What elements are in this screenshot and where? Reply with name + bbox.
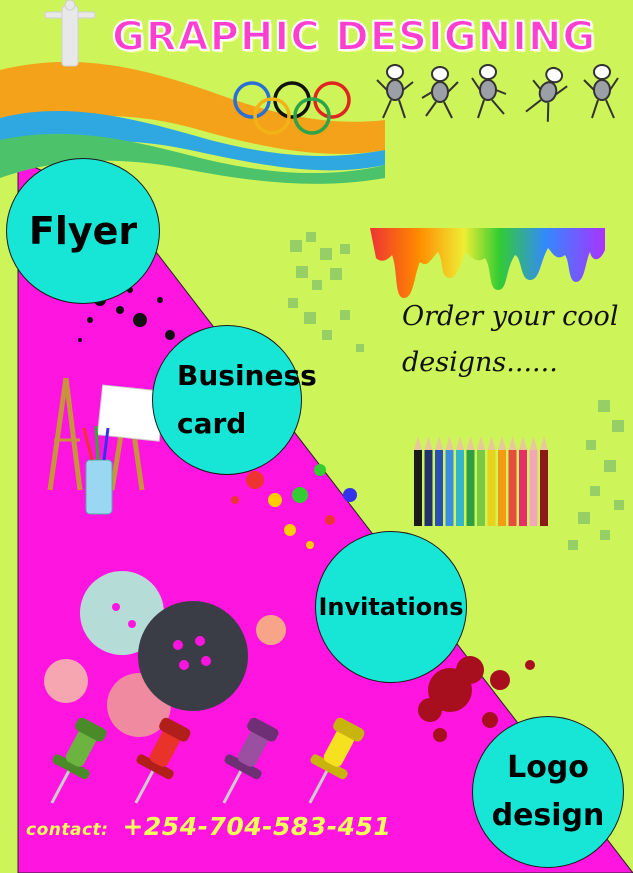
contact-info: contact: +254-704-583-451 bbox=[26, 812, 426, 841]
pencil-body bbox=[466, 450, 475, 526]
pencil-body bbox=[414, 450, 422, 526]
pencil-tip bbox=[540, 436, 548, 450]
statue-icon bbox=[44, 0, 96, 67]
service-business-card-circle: Business card bbox=[152, 325, 317, 475]
service-logo-design-circle: Logo design bbox=[472, 716, 624, 868]
pencil-tip bbox=[456, 436, 464, 450]
colored-pencils-icon bbox=[414, 436, 548, 526]
tagline-line-1: Order your cool bbox=[402, 301, 619, 332]
pencil-body bbox=[529, 450, 538, 526]
pencil-body bbox=[540, 450, 548, 526]
pencil-tip bbox=[414, 436, 422, 450]
contact-label: contact: bbox=[26, 820, 109, 840]
service-flyer-circle: Flyer bbox=[6, 158, 160, 304]
pencil-tip bbox=[498, 436, 506, 450]
pencil-tip bbox=[466, 436, 475, 450]
pencil-tip bbox=[435, 436, 443, 450]
service-invitations-label: Invitations bbox=[318, 593, 464, 621]
service-business-card-label-2: card bbox=[177, 407, 247, 440]
pencil-tip bbox=[487, 436, 496, 450]
pencil-body bbox=[508, 450, 517, 526]
pencil-tip bbox=[529, 436, 538, 450]
service-invitations-circle: Invitations bbox=[315, 531, 467, 683]
pencil-tip bbox=[477, 436, 485, 450]
service-logo-design-label-1: Logo bbox=[507, 750, 589, 785]
pencil-body bbox=[445, 450, 454, 526]
pencil-body bbox=[435, 450, 443, 526]
pencil-body bbox=[487, 450, 496, 526]
pencil-body bbox=[519, 450, 527, 526]
pencil-body bbox=[477, 450, 485, 526]
pencil-tip bbox=[519, 436, 527, 450]
paint-drip-icon bbox=[370, 228, 605, 298]
tagline: Order your cool designs...... bbox=[402, 294, 633, 386]
flyer-title: GRAPHIC DESIGNING bbox=[111, 13, 597, 61]
tagline-line-2: designs...... bbox=[402, 347, 558, 378]
service-logo-design-label-2: design bbox=[491, 798, 605, 833]
service-flyer-label: Flyer bbox=[28, 209, 138, 253]
pencil-body bbox=[498, 450, 506, 526]
pencil-body bbox=[424, 450, 433, 526]
pencil-tip bbox=[508, 436, 517, 450]
pencil-tip bbox=[445, 436, 454, 450]
stick-figures-icon bbox=[376, 64, 619, 122]
pencil-tip bbox=[424, 436, 433, 450]
service-business-card-label-1: Business bbox=[177, 359, 317, 392]
contact-phone: +254-704-583-451 bbox=[122, 812, 392, 841]
pencil-body bbox=[456, 450, 464, 526]
